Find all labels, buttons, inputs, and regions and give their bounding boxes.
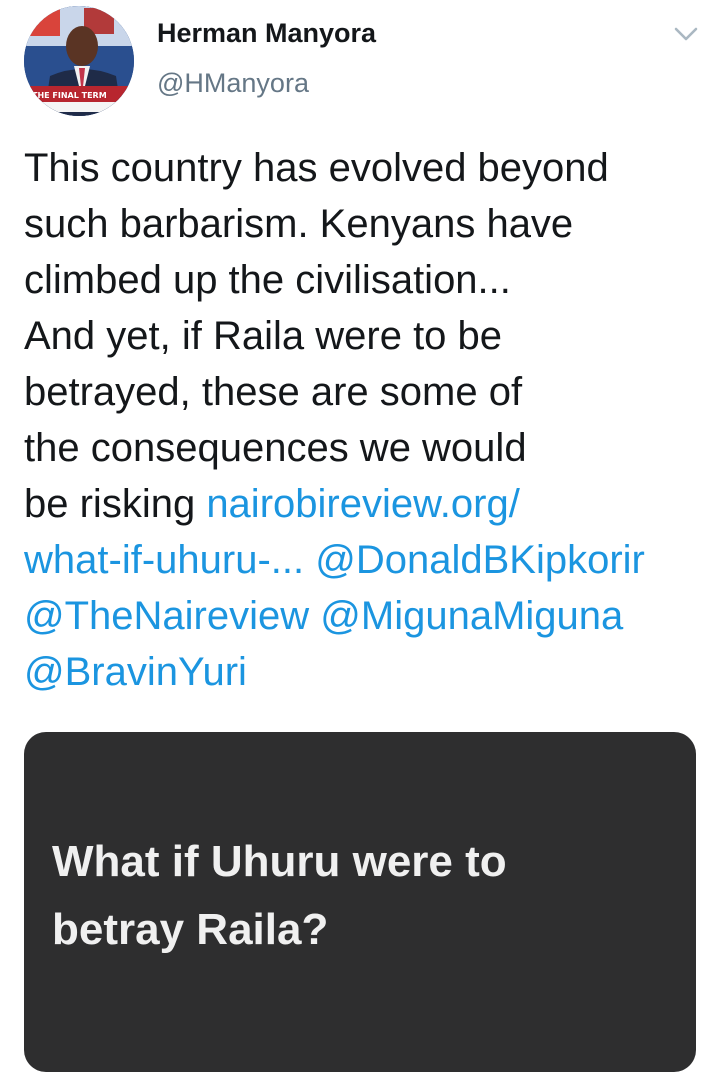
tweet-text-line: betrayed, these are some of [24,370,523,414]
tweet-text: This country has evolved beyond such bar… [24,140,704,700]
link-preview-card[interactable]: What if Uhuru were to betray Raila? [24,732,696,1072]
chevron-down-icon[interactable] [672,22,700,46]
mention-donaldbkipkorir[interactable]: @DonaldBKipkorir [315,538,645,582]
mention-bravinyuri[interactable]: @BravinYuri [24,650,247,694]
avatar-image: THE FINAL TERM [24,6,134,116]
tweet-text-line: be risking nairobireview.org/ [24,482,520,526]
mention-migunamiguna[interactable]: @MigunaMiguna [320,594,623,638]
tweet-text-line: And yet, if Raila were to be [24,314,503,358]
tweet-text-line: climbed up the civilisation... [24,258,511,302]
card-title: What if Uhuru were to betray Raila? [52,828,672,964]
tweet-text-line: the consequences we would [24,426,527,470]
article-link[interactable]: nairobireview.org/ [206,482,520,526]
user-name[interactable]: Herman Manyora [157,18,376,49]
article-link-continued[interactable]: what-if-uhuru-... [24,538,304,582]
avatar[interactable]: THE FINAL TERM [24,6,134,116]
tweet-text-line: @BravinYuri [24,650,247,694]
tweet-text-fragment: be risking [24,482,207,526]
card-title-line: What if Uhuru were to [52,837,507,886]
card-title-line: betray Raila? [52,905,329,954]
user-handle[interactable]: @HManyora [157,68,309,99]
mention-thenaireview[interactable]: @TheNaireview [24,594,309,638]
tweet-text-line: such barbarism. Kenyans have [24,202,574,246]
tweet-text-line: @TheNaireview @MigunaMiguna [24,594,623,638]
tweet: THE FINAL TERM Herman Manyora @HManyora … [0,0,720,1072]
tweet-text-line: This country has evolved beyond [24,146,609,190]
tweet-text-line: what-if-uhuru-... @DonaldBKipkorir [24,538,645,582]
avatar-caption: THE FINAL TERM [32,91,107,100]
